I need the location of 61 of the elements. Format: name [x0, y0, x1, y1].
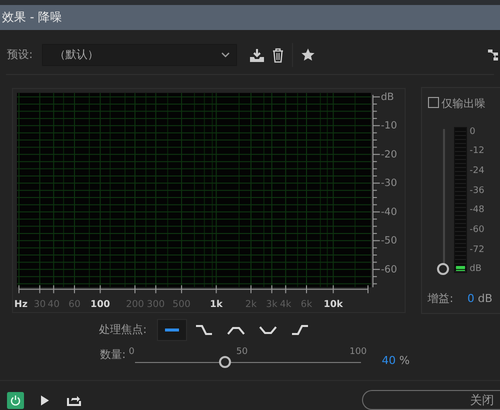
focus-option[interactable] [157, 319, 187, 341]
db-label: -10 [380, 120, 398, 132]
download-icon[interactable] [248, 48, 265, 62]
frequency-label: 1k [210, 299, 223, 310]
meter-label: -24 [470, 166, 484, 176]
gain-value[interactable]: 0 dB [467, 290, 492, 307]
preset-dropdown[interactable]: （默认） [42, 44, 237, 66]
frequency-label: 100 [90, 299, 110, 310]
frequency-label: 60 [68, 299, 80, 310]
frequency-label: 30 [34, 299, 46, 310]
export-button[interactable] [67, 394, 81, 406]
focus-label: 处理焦点: [99, 322, 148, 338]
frequency-label: 6k [300, 299, 312, 310]
db-label: -50 [380, 236, 398, 247]
curve-icon [194, 324, 214, 336]
db-label: dB [380, 92, 394, 103]
preset-label: 预设: [7, 46, 33, 63]
gain-label: 增益: [428, 290, 454, 306]
meter-label: -36 [470, 186, 484, 196]
export-icon [67, 394, 81, 406]
play-icon [40, 394, 50, 406]
amount-label: 数量: [100, 347, 126, 363]
db-label: -30 [380, 178, 398, 190]
scale-label: 0 [128, 347, 134, 357]
curve-icon [226, 324, 246, 336]
chevron-icon [220, 52, 230, 58]
meter-label: dB [470, 264, 483, 274]
frequency-label: 200 [126, 299, 144, 310]
frequency-label: 500 [172, 299, 191, 310]
checkbox[interactable] [428, 97, 439, 108]
meter-label: -12 [470, 146, 484, 156]
noise-only-checkbox[interactable]: 仅输出噪 [428, 96, 500, 112]
frequency-label: 300 [146, 299, 165, 310]
db-label: -40 [380, 206, 398, 218]
frequency-label: 2k [245, 299, 257, 310]
scale-label: 50 [236, 347, 248, 357]
meter-label: -48 [470, 205, 484, 216]
play-button[interactable] [40, 394, 50, 406]
amount-value[interactable]: 40 % [382, 353, 410, 370]
scale-label: 100 [350, 347, 367, 357]
frequency-label: Hz [14, 299, 28, 310]
power-button[interactable] [7, 392, 24, 408]
curve-icon [258, 324, 278, 336]
meter-label: -72 [470, 244, 484, 255]
slider-thumb[interactable] [436, 262, 449, 274]
star-icon[interactable] [300, 48, 315, 62]
power-icon [10, 394, 21, 406]
db-label: -20 [380, 149, 398, 160]
close-button[interactable]: 关闭 [362, 390, 500, 410]
frequency-label: 10k [324, 299, 343, 310]
meter-label: -60 [470, 225, 484, 236]
db-label: -60 [380, 264, 398, 276]
frequency-label: 40 [48, 299, 60, 310]
meter-label: 0 [470, 126, 476, 136]
frequency-label: 3k [266, 299, 278, 310]
window-title: 效果 - 降噪 [0, 5, 500, 30]
frequency-label: 4k [280, 299, 292, 310]
trash-icon[interactable] [272, 48, 284, 62]
curve-icon [290, 324, 310, 336]
slider-thumb[interactable] [219, 356, 232, 368]
routing-icon[interactable] [488, 49, 498, 61]
